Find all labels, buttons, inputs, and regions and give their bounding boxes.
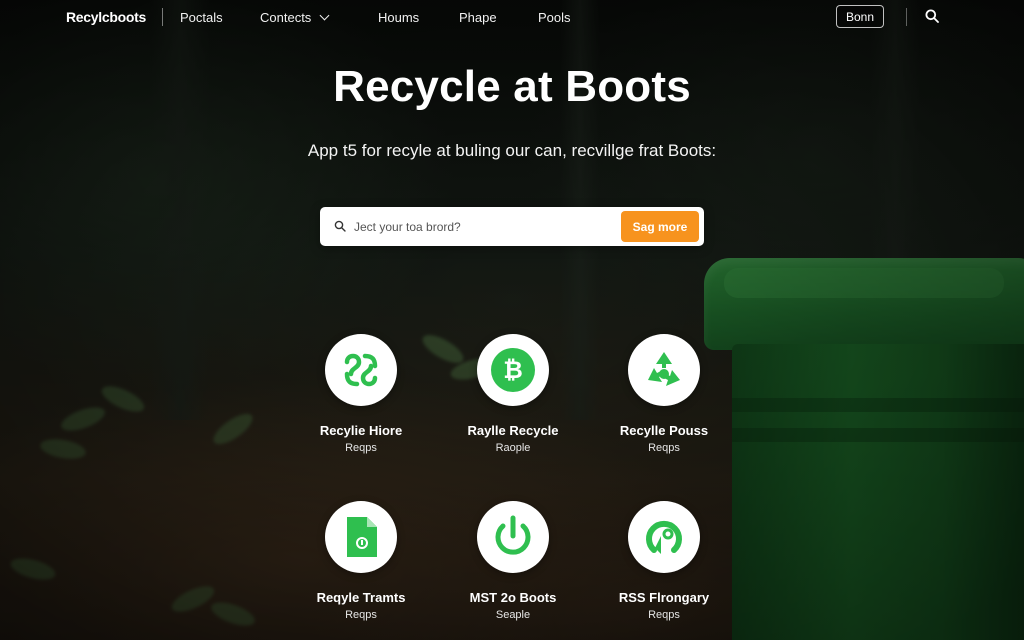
- feature-subtitle: Reqps: [345, 442, 377, 454]
- nav-link-houms[interactable]: Houms: [378, 10, 419, 25]
- search-icon: [334, 220, 346, 232]
- search-input[interactable]: [352, 215, 616, 239]
- nav-link-contects[interactable]: Contects: [260, 10, 330, 25]
- top-nav: Recylcboots Poctals Contects Houms Phape…: [0, 0, 1024, 34]
- bitcoin-coin-icon: ₿: [491, 348, 535, 392]
- feature-title: RSS Flrongary: [618, 590, 710, 605]
- feature-title: Reqyle Tramts: [316, 590, 406, 605]
- feature-card[interactable]: ₿ Raylle Recycle Raople: [428, 334, 598, 454]
- feature-subtitle: Reqps: [345, 609, 377, 621]
- nav-divider: [162, 8, 163, 26]
- feature-icon-circle: [628, 334, 700, 406]
- feature-title: Recylie Hiore: [319, 423, 403, 438]
- feature-subtitle: Reqps: [648, 442, 680, 454]
- search-bar: Sag more: [320, 207, 704, 246]
- feature-icon-circle: [325, 501, 397, 573]
- power-icon: [495, 515, 531, 555]
- feature-subtitle: Reqps: [648, 609, 680, 621]
- document-icon: [347, 517, 377, 557]
- feature-subtitle: Raople: [495, 442, 531, 454]
- feature-icon-circle: [477, 501, 549, 573]
- recycle-arrows-icon: [648, 352, 680, 386]
- nav-link-phape[interactable]: Phape: [459, 10, 497, 25]
- svg-text:₿: ₿: [503, 357, 523, 384]
- refresh-arrow-icon: [646, 520, 682, 554]
- nav-link-label: Contects: [260, 10, 312, 25]
- feature-subtitle: Seaple: [495, 609, 531, 621]
- feature-title: Raylle Recycle: [467, 423, 559, 438]
- feature-title: Recylle Pouss: [619, 423, 709, 438]
- feature-icon-circle: ₿: [477, 334, 549, 406]
- feature-card[interactable]: MST 2o Boots Seaple: [428, 501, 598, 621]
- feature-icon-circle: [628, 501, 700, 573]
- nav-link-pools[interactable]: Pools: [538, 10, 571, 25]
- nav-link-poctals[interactable]: Poctals: [180, 10, 223, 25]
- feature-card[interactable]: Recylie Hiore Reqps: [276, 334, 446, 454]
- feature-icon-circle: [325, 334, 397, 406]
- recycle-swirl-icon: [344, 353, 378, 387]
- search-submit-button[interactable]: Sag more: [621, 211, 699, 242]
- feature-title: MST 2o Boots: [469, 590, 557, 605]
- nav-action-button[interactable]: Bonn: [836, 5, 884, 28]
- brand-logo[interactable]: Recylcboots: [66, 9, 146, 25]
- feature-card[interactable]: Recylle Pouss Reqps: [579, 334, 749, 454]
- nav-divider: [906, 8, 907, 26]
- page-subtitle: App t5 for recyle at buling our can, rec…: [307, 141, 717, 160]
- page-title: Recycle at Boots: [333, 62, 691, 111]
- chevron-down-icon: [319, 10, 330, 21]
- search-icon[interactable]: [925, 9, 939, 23]
- feature-card[interactable]: RSS Flrongary Reqps: [579, 501, 749, 621]
- feature-card[interactable]: Reqyle Tramts Reqps: [276, 501, 446, 621]
